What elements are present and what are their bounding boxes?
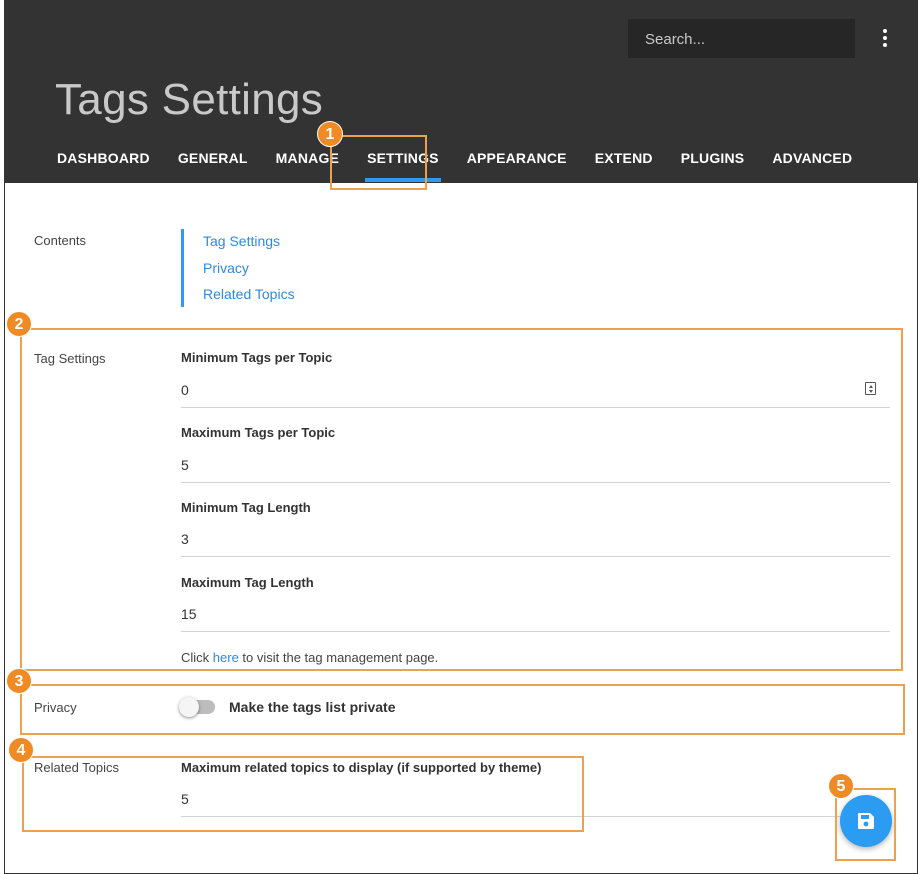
tab-plugins[interactable]: PLUGINS [681, 150, 745, 166]
page-title: Tags Settings [55, 75, 324, 124]
tab-general[interactable]: GENERAL [178, 150, 248, 166]
tab-appearance[interactable]: APPEARANCE [467, 150, 567, 166]
tab-dashboard[interactable]: DASHBOARD [57, 150, 150, 166]
tab-bar: DASHBOARD GENERAL MANAGE SETTINGS APPEAR… [57, 150, 880, 182]
contents-link-tag-settings[interactable]: Tag Settings [203, 228, 295, 255]
tab-extend[interactable]: EXTEND [595, 150, 653, 166]
contents-nav: Tag Settings Privacy Related Topics [181, 229, 295, 307]
callout-badge-1: 1 [317, 121, 343, 147]
tab-advanced[interactable]: ADVANCED [772, 150, 852, 166]
callout-box-tag-settings [20, 328, 903, 671]
more-options-icon[interactable] [878, 29, 892, 49]
contents-link-related-topics[interactable]: Related Topics [203, 281, 295, 308]
search-input[interactable]: Search... [628, 19, 855, 58]
callout-badge-3: 3 [6, 668, 32, 694]
contents-label: Contents [34, 233, 87, 248]
callout-box-related-topics [22, 756, 584, 832]
contents-link-privacy[interactable]: Privacy [203, 255, 295, 282]
callout-box-settings-tab [330, 135, 427, 190]
callout-badge-5: 5 [828, 773, 854, 799]
callout-box-save [835, 788, 896, 861]
page-header: Search... Tags Settings DASHBOARD GENERA… [5, 0, 918, 183]
callout-badge-4: 4 [8, 737, 34, 763]
callout-box-privacy [20, 684, 905, 735]
callout-badge-2: 2 [6, 311, 32, 337]
